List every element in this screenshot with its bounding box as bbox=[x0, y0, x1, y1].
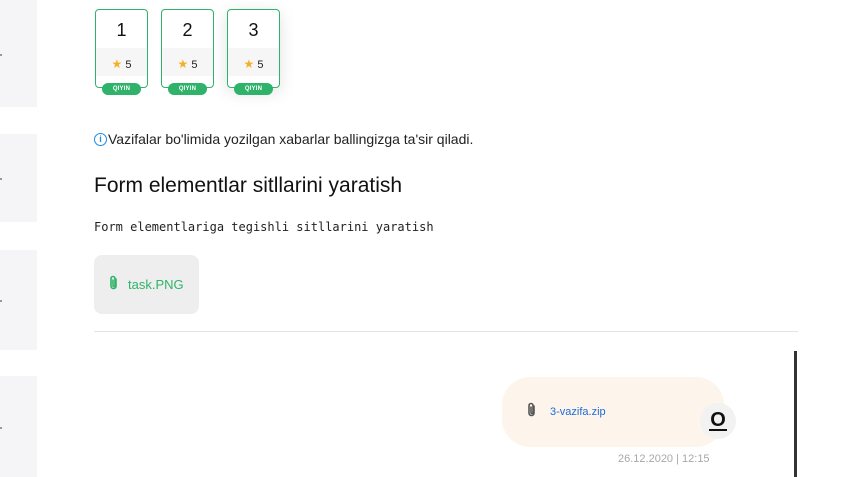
rail-item[interactable] bbox=[0, 376, 37, 477]
difficulty-badge: QIYIN bbox=[234, 83, 273, 95]
rail-tick bbox=[0, 426, 2, 429]
task-card-1[interactable]: 1 ★ 5 QIYIN bbox=[95, 9, 148, 95]
star-icon: ★ bbox=[111, 57, 123, 71]
avatar-letter: O bbox=[709, 409, 727, 431]
task-title: Form elementlar sitllarini yaratish bbox=[94, 174, 403, 197]
paperclip-icon bbox=[526, 402, 538, 422]
message-bubble: 3-vazifa.zip bbox=[502, 377, 724, 447]
task-description: Form elementlariga tegishli sitllarini y… bbox=[94, 220, 434, 234]
star-icon: ★ bbox=[177, 57, 189, 71]
divider bbox=[94, 331, 798, 332]
task-card-2[interactable]: 2 ★ 5 QIYIN bbox=[161, 9, 214, 95]
difficulty-badge: QIYIN bbox=[168, 83, 207, 95]
task-number: 1 bbox=[116, 20, 127, 40]
sidebar-rail bbox=[0, 0, 37, 477]
task-number: 3 bbox=[248, 20, 259, 40]
paperclip-icon bbox=[108, 275, 120, 295]
task-score: ★ 5 bbox=[96, 57, 147, 71]
attachment-name: task.PNG bbox=[128, 277, 184, 292]
rail-item[interactable] bbox=[0, 0, 37, 107]
difficulty-badge: QIYIN bbox=[102, 83, 141, 95]
info-icon: i bbox=[94, 132, 107, 146]
score-value: 5 bbox=[257, 59, 264, 71]
rail-item[interactable] bbox=[0, 250, 37, 350]
message-timestamp: 26.12.2020 | 12:15 bbox=[618, 453, 710, 465]
rail-tick bbox=[0, 300, 2, 302]
rail-tick bbox=[0, 178, 2, 180]
file-link[interactable]: 3-vazifa.zip bbox=[550, 406, 606, 418]
rail-item[interactable] bbox=[0, 134, 37, 222]
task-attachment[interactable]: task.PNG bbox=[94, 255, 199, 314]
score-value: 5 bbox=[125, 59, 132, 71]
score-value: 5 bbox=[191, 59, 198, 71]
task-score: ★ 5 bbox=[228, 57, 279, 71]
rail-tick bbox=[0, 53, 2, 56]
star-icon: ★ bbox=[243, 57, 255, 71]
avatar: O bbox=[700, 403, 736, 439]
scrollbar[interactable] bbox=[794, 351, 797, 477]
task-card-3[interactable]: 3 ★ 5 QIYIN bbox=[227, 9, 280, 95]
task-score: ★ 5 bbox=[162, 57, 213, 71]
notice: i Vazifalar bo'limida yozilgan xabarlar … bbox=[94, 131, 473, 147]
notice-text: Vazifalar bo'limida yozilgan xabarlar ba… bbox=[108, 131, 474, 147]
task-number: 2 bbox=[182, 20, 193, 40]
